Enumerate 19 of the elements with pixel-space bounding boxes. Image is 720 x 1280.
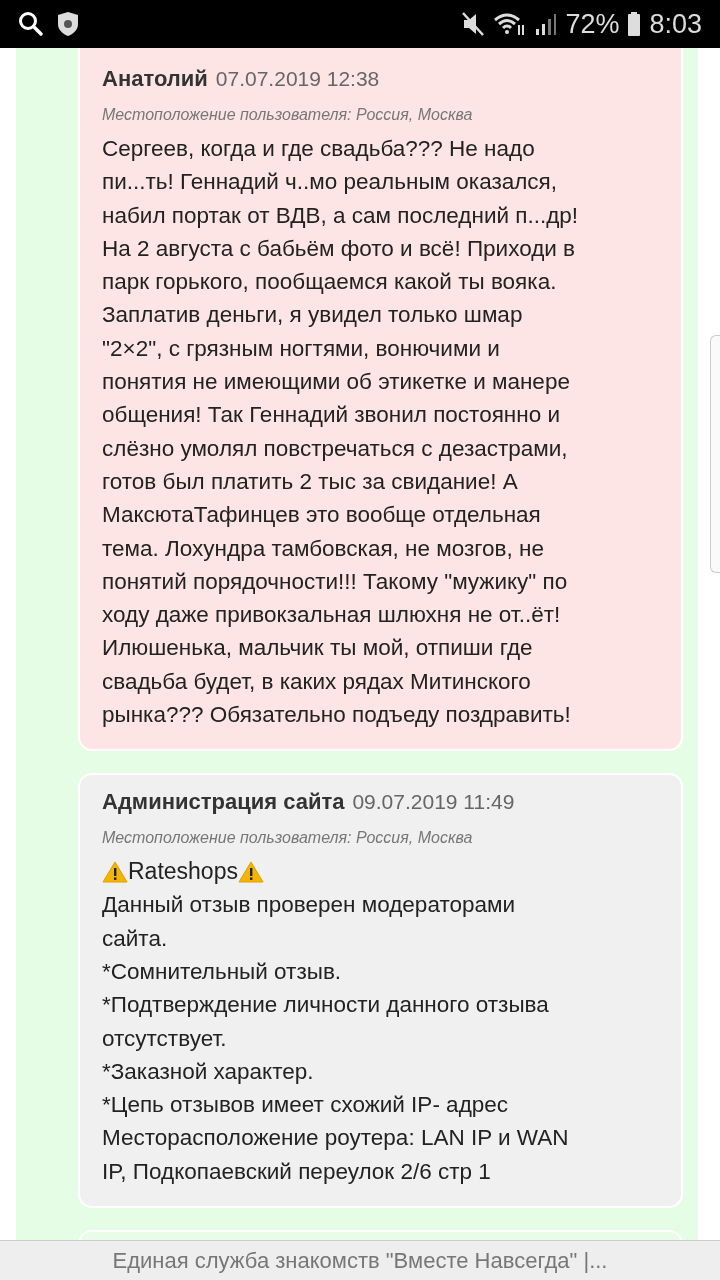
signal-icon	[535, 11, 558, 37]
mute-icon	[461, 11, 486, 37]
warning-icon	[102, 860, 128, 883]
battery-icon	[627, 11, 642, 37]
author-name: Анатолий	[102, 66, 208, 92]
comment-text: Сергеев, когда и где свадьба??? Не надо пи...ть! Геннадий ч..мо реальным оказался, набил портак от ВДВ, а сам последний п...др! На 2 августа с бабьём фото и всё! Приходи в парк горького, пообщаемся какой ты вояка. Заплатив деньги, я увидел только шмар "2×2", с грязным ногтями, вонючими и понятия не имеющими об этикетке и манере общения! Так Геннадий звонил постоянно и слёзно умолял повстречаться с дезастрами, готов был платить 2 тыс за свидание! А МаксютаТафинцев это вообще отдельная тема. Лохундра тамбовская, не мозгов, не понятий порядочности!!! Такому "мужику" по ходу даже привокзальная шлюхня не от..ёт! Илюшенька, мальчик ты мой, отпиши где свадьба будет, в каких рядах Митинского рынка??? Обязательно подъеду поздравить!	[102, 135, 580, 730]
user-location: Местоположение пользователя: Россия, Москва	[102, 106, 474, 124]
shield-icon	[56, 11, 80, 37]
author-name: Администрация сайта	[102, 789, 345, 816]
search-icon	[18, 11, 44, 37]
comment-text: Данный отзыв проверен модераторами сайта. *Сомнительный отзыв. *Подтверждение личности данного отзыва отсутствует. *Заказной характер. *Цепь отзывов имеет схожий IP- адрес Месторасположение роутера: LAN IP и WAN IP, Подкопаевский переулок 2/6 стр 1	[102, 891, 570, 1186]
source-label: Rateshops	[128, 858, 238, 886]
comment-date: 09.07.2019 11:49	[352, 790, 515, 815]
clock: 8:03	[649, 8, 702, 40]
comment-date: 07.07.2019 12:38	[215, 67, 380, 91]
warning-icon	[237, 860, 264, 883]
battery-percent: 72%	[565, 8, 620, 40]
user-location: Местоположение пользователя: Россия, Москва	[102, 829, 474, 848]
page-title: Единая служба знакомств "Вместе Навсегда" |...	[112, 1247, 608, 1274]
